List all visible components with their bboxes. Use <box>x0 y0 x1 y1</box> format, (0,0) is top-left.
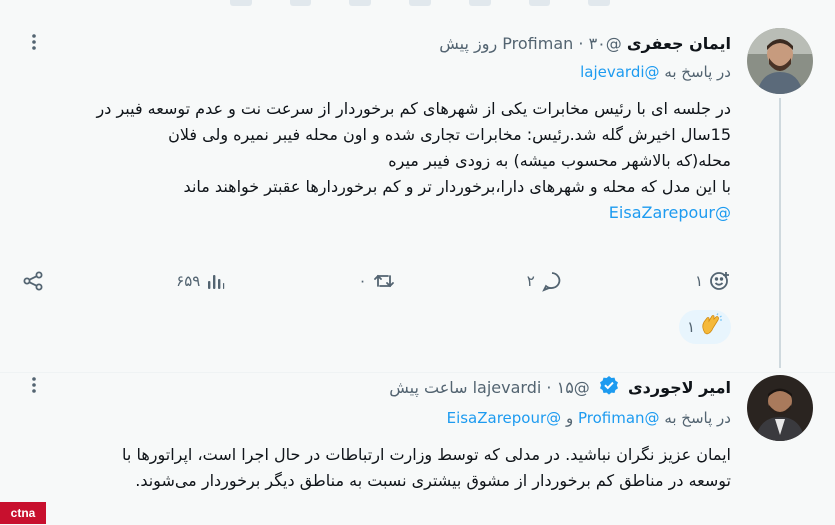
more-icon[interactable] <box>24 375 44 395</box>
mention-link[interactable]: @EisaZarepour <box>20 200 731 226</box>
body-line: توسعه در مناطق کم برخوردار از مشوق بیشتر… <box>135 471 731 490</box>
previous-post-edge <box>230 0 611 6</box>
separator-dot: · <box>578 34 584 53</box>
author-name[interactable]: امیر لاجوردی <box>628 378 731 397</box>
body-line: ایمان عزیز نگران نباشید. در مدلی که توسط… <box>122 445 731 464</box>
reply-prefix: در پاسخ به <box>664 63 731 81</box>
reaction-icon <box>709 270 731 292</box>
views-button[interactable]: ۶۵۹ <box>176 271 226 291</box>
reply-to: در پاسخ به @Profiman و @EisaZarepour <box>20 406 731 430</box>
post-header: ایمان جعفری @Profiman · ۳۰ روز پیش <box>20 32 731 56</box>
clap-count: ۱ <box>686 318 696 336</box>
reaction-button[interactable]: ۱ <box>695 270 731 292</box>
clap-reaction-chip[interactable]: ۱ <box>679 310 731 344</box>
verified-icon <box>599 375 619 402</box>
reply-to: در پاسخ به @lajevardi <box>20 60 731 84</box>
views-count: ۶۵۹ <box>176 272 201 290</box>
post-2[interactable]: امیر لاجوردی @lajevardi · ۱۵ ساعت پیش در… <box>0 372 835 525</box>
reply-handle-link[interactable]: @Profiman <box>578 409 660 427</box>
avatar[interactable] <box>747 375 813 441</box>
views-icon <box>206 271 226 291</box>
clap-icon <box>699 313 723 341</box>
author-name[interactable]: ایمان جعفری <box>627 34 731 53</box>
separator-dot: · <box>546 378 552 397</box>
avatar[interactable] <box>747 28 813 94</box>
repost-count: ۰ <box>358 272 367 290</box>
watermark-logo: ctna <box>0 502 46 524</box>
post-body: ایمان عزیز نگران نباشید. در مدلی که توسط… <box>20 442 731 494</box>
post-1[interactable]: ایمان جعفری @Profiman · ۳۰ روز پیش در پا… <box>0 18 835 368</box>
body-line: با این مدل که محله و شهرهای دارا،برخوردا… <box>183 177 731 196</box>
share-icon <box>22 270 44 292</box>
more-icon[interactable] <box>24 32 44 52</box>
reply-button[interactable]: ۲ <box>527 270 563 292</box>
reaction-count: ۱ <box>694 272 703 290</box>
post-header: امیر لاجوردی @lajevardi · ۱۵ ساعت پیش <box>20 375 731 402</box>
reply-count: ۲ <box>526 272 535 290</box>
body-line: در جلسه ای با رئیس مخابرات یکی از شهرهای… <box>96 99 731 118</box>
reply-prefix: در پاسخ به <box>664 409 731 427</box>
post-content: امیر لاجوردی @lajevardi · ۱۵ ساعت پیش در… <box>20 375 731 494</box>
post-body: در جلسه ای با رئیس مخابرات یکی از شهرهای… <box>20 96 731 226</box>
action-bar: ۱ ۲ ۰ ۶۵۹ <box>22 266 731 296</box>
reply-handle-link[interactable]: @lajevardi <box>580 63 659 81</box>
reply-handle-link[interactable]: @EisaZarepour <box>447 409 562 427</box>
post-content: ایمان جعفری @Profiman · ۳۰ روز پیش در پا… <box>20 32 731 226</box>
reply-icon <box>541 270 563 292</box>
repost-button[interactable]: ۰ <box>359 270 395 292</box>
body-line: 15سال اخیرش گله شد.رئیس: مخابرات تجاری ش… <box>168 125 731 144</box>
repost-icon <box>373 270 395 292</box>
thread-line <box>779 98 781 368</box>
reply-conjunction: و <box>565 409 574 427</box>
body-line: محله(که بالاشهر محسوب میشه) به زودی فیبر… <box>388 151 731 170</box>
share-button[interactable] <box>22 270 44 292</box>
